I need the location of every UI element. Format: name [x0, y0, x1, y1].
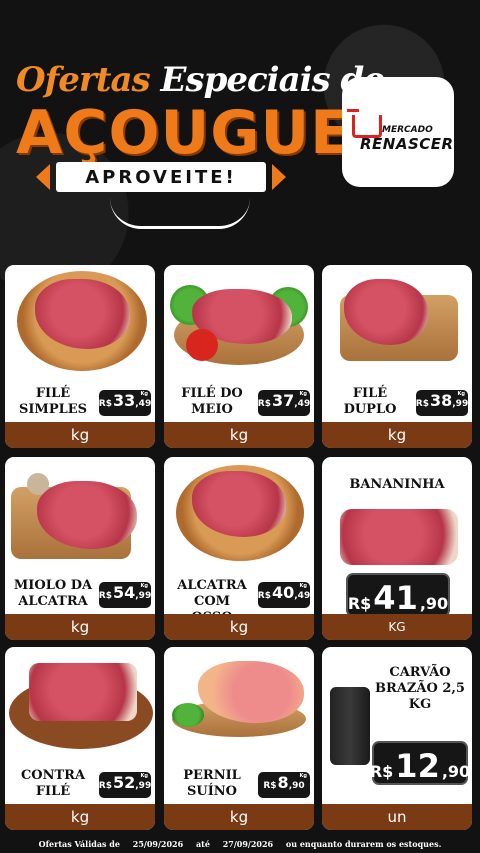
unit-bar: kg: [164, 614, 314, 640]
unit-bar: kg: [164, 422, 314, 448]
price-currency: R$: [415, 399, 429, 409]
unit-bar: kg: [164, 804, 314, 830]
product-name: CONTRA FILÉ: [20, 768, 86, 799]
price-cents: ,49: [294, 399, 311, 409]
price-tag-unit: Kg: [140, 391, 148, 397]
price-cents: ,99: [135, 591, 152, 601]
price-tag: R$ 52 ,99 Kg: [99, 772, 151, 798]
logo-line-mercado: MERCADO: [382, 125, 433, 135]
unit-bar: un: [322, 804, 472, 830]
product-card-miolo-da-alcatra[interactable]: MIOLO DA ALCATRA R$ 54 ,99 Kg kg: [5, 457, 155, 640]
title-word-ofertas: Ofertas: [16, 60, 151, 100]
unit-bar: kg: [5, 614, 155, 640]
product-name: MIOLO DA ALCATRA: [13, 578, 93, 609]
price-tag: R$ 8 ,90 Kg: [258, 772, 310, 798]
price-tag: R$ 12 ,90: [369, 741, 471, 785]
price-integer: 8: [277, 773, 289, 792]
price-currency: R$: [347, 594, 372, 613]
price-tag-unit: Kg: [140, 583, 148, 589]
price-integer: 33: [113, 391, 136, 410]
product-card-alcatra-com-osso[interactable]: ALCATRA COM OSSO R$ 40 ,49 Kg kg: [164, 457, 314, 640]
product-name: FILÉ SIMPLES: [18, 386, 88, 417]
footer-date-to: 27/09/2026: [222, 839, 274, 849]
footer-connector: até: [195, 839, 210, 849]
price-currency: R$: [98, 399, 112, 409]
price-currency: R$: [257, 399, 271, 409]
validity-footer: Ofertas Válidas de 25/09/2026 até 27/09/…: [0, 836, 480, 853]
store-logo: MERCADO RENASCER: [342, 77, 454, 187]
price-integer: 38: [430, 391, 453, 410]
title-top: Ofertas Especiais de: [16, 60, 385, 100]
price-tag: R$ 38 ,99 Kg: [416, 390, 468, 416]
price-integer: 54: [113, 583, 136, 602]
price-integer: 12: [395, 747, 440, 785]
price-integer: 37: [272, 391, 295, 410]
price-currency: R$: [257, 591, 271, 601]
product-card-file-duplo[interactable]: FILÉ DUPLO R$ 38 ,99 Kg kg: [322, 265, 472, 448]
price-tag-unit: Kg: [457, 391, 465, 397]
product-name: FILÉ DO MEIO: [181, 386, 243, 417]
product-photo: [322, 265, 472, 375]
price-currency: R$: [98, 781, 112, 791]
header: Ofertas Especiais de AÇOUGUE APROVEITE! …: [0, 0, 480, 260]
price-currency: R$: [369, 762, 394, 781]
footer-date-from: 25/09/2026: [132, 839, 184, 849]
product-card-file-simples[interactable]: FILÉ SIMPLES R$ 33 ,49 Kg kg: [5, 265, 155, 448]
price-tag-unit: Kg: [140, 773, 148, 779]
price-tag: R$ 41 ,90: [346, 573, 450, 617]
price-tag: R$ 33 ,49 Kg: [99, 390, 151, 416]
price-currency: R$: [263, 781, 277, 791]
unit-bar: kg: [5, 804, 155, 830]
title-acougue: AÇOUGUE: [16, 98, 353, 168]
unit-bar: kg: [322, 422, 472, 448]
product-name: PERNIL SUÍNO: [183, 768, 241, 799]
product-photo: [164, 647, 314, 757]
price-integer: 40: [272, 583, 295, 602]
logo-line-renascer: RENASCER: [360, 135, 454, 153]
ribbon-aproveite: APROVEITE!: [36, 162, 286, 192]
price-cents: ,90: [288, 781, 305, 791]
price-tag-unit: Kg: [299, 583, 307, 589]
product-card-file-do-meio[interactable]: FILÉ DO MEIO R$ 37 ,49 Kg kg: [164, 265, 314, 448]
unit-bar: KG: [322, 614, 472, 640]
price-cents: ,90: [419, 594, 449, 613]
product-name: FILÉ DUPLO: [343, 386, 397, 417]
price-integer: 52: [113, 773, 136, 792]
product-photo: [5, 457, 155, 567]
product-photo: [164, 457, 314, 567]
price-cents: ,99: [452, 399, 469, 409]
product-name: CARVÃO BRAZÃO 2,5 KG: [375, 665, 465, 712]
product-photo: [5, 265, 155, 375]
price-currency: R$: [98, 591, 112, 601]
footer-prefix: Ofertas Válidas de: [38, 839, 120, 849]
price-tag: R$ 37 ,49 Kg: [258, 390, 310, 416]
price-tag: R$ 40 ,49 Kg: [258, 582, 310, 608]
product-photo: [164, 265, 314, 375]
price-cents: ,90: [441, 762, 471, 781]
price-tag-unit: Kg: [299, 391, 307, 397]
product-photo: [322, 457, 472, 577]
price-tag-unit: Kg: [299, 773, 307, 779]
charcoal-bag-photo: [330, 687, 370, 765]
product-photo: [5, 647, 155, 757]
price-cents: ,49: [294, 591, 311, 601]
price-cents: ,99: [135, 781, 152, 791]
product-card-carvao[interactable]: CARVÃO BRAZÃO 2,5 KG R$ 12 ,90 un: [322, 647, 472, 830]
price-integer: 41: [373, 579, 418, 617]
price-cents: ,49: [135, 399, 152, 409]
price-tag: R$ 54 ,99 Kg: [99, 582, 151, 608]
footer-suffix: ou enquanto durarem os estoques.: [285, 839, 442, 849]
unit-bar: kg: [5, 422, 155, 448]
product-card-bananinha[interactable]: BANANINHA R$ 41 ,90 KG: [322, 457, 472, 640]
product-card-pernil-suino[interactable]: PERNIL SUÍNO R$ 8 ,90 Kg kg: [164, 647, 314, 830]
product-card-contra-file[interactable]: CONTRA FILÉ R$ 52 ,99 Kg kg: [5, 647, 155, 830]
swoosh-decoration: [110, 198, 250, 229]
